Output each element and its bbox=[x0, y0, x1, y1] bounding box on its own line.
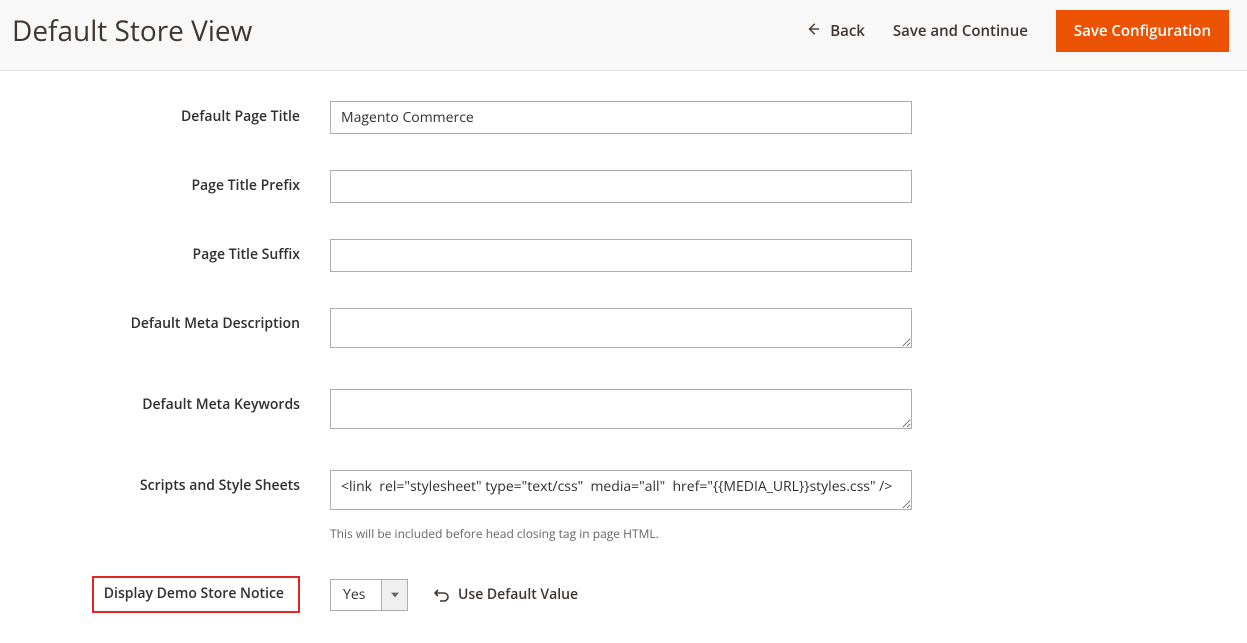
page-title: Default Store View bbox=[12, 12, 252, 50]
undo-icon[interactable] bbox=[434, 588, 450, 602]
config-form: Default Page Title Page Title Prefix Pag… bbox=[0, 71, 1247, 643]
scripts-note: This will be included before head closin… bbox=[330, 525, 912, 542]
display-demo-store-notice-select[interactable]: Yes bbox=[330, 579, 408, 611]
arrow-left-icon bbox=[806, 21, 820, 41]
page-title-suffix-input[interactable] bbox=[330, 239, 912, 272]
scripts-and-style-sheets-input[interactable] bbox=[330, 470, 912, 510]
default-page-title-label: Default Page Title bbox=[0, 101, 330, 126]
page-title-prefix-label: Page Title Prefix bbox=[0, 170, 330, 195]
back-button[interactable]: Back bbox=[806, 21, 865, 41]
save-and-continue-button[interactable]: Save and Continue bbox=[893, 21, 1028, 41]
select-value: Yes bbox=[331, 580, 381, 610]
default-meta-description-input[interactable] bbox=[330, 308, 912, 348]
demo-notice-highlight: Display Demo Store Notice bbox=[92, 576, 300, 613]
default-meta-description-label: Default Meta Description bbox=[0, 308, 330, 333]
chevron-down-icon[interactable] bbox=[381, 580, 407, 610]
scripts-and-style-sheets-label: Scripts and Style Sheets bbox=[0, 470, 330, 495]
page-title-suffix-label: Page Title Suffix bbox=[0, 239, 330, 264]
header-actions: Back Save and Continue Save Configuratio… bbox=[806, 10, 1229, 52]
default-meta-keywords-label: Default Meta Keywords bbox=[0, 389, 330, 414]
default-meta-keywords-input[interactable] bbox=[330, 389, 912, 429]
page-title-prefix-input[interactable] bbox=[330, 170, 912, 203]
save-configuration-button[interactable]: Save Configuration bbox=[1056, 10, 1229, 52]
use-default-value-button[interactable]: Use Default Value bbox=[458, 585, 578, 604]
back-label: Back bbox=[830, 21, 865, 41]
default-page-title-input[interactable] bbox=[330, 101, 912, 134]
display-demo-store-notice-label: Display Demo Store Notice bbox=[100, 584, 288, 603]
